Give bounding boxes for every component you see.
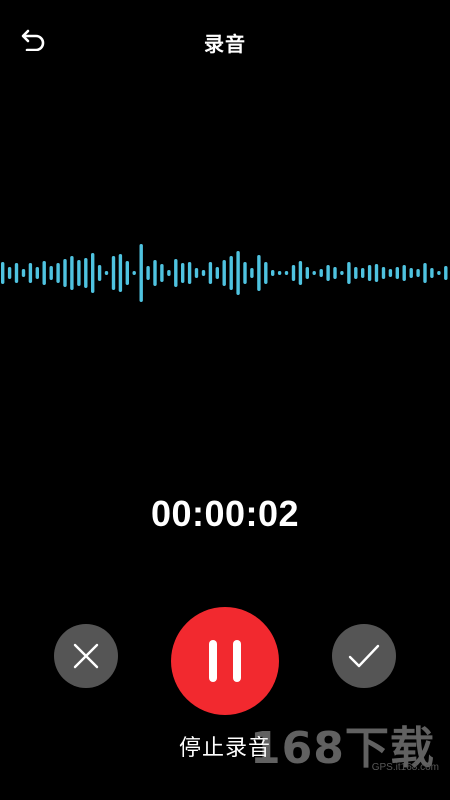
close-icon bbox=[73, 643, 99, 669]
waveform-bar bbox=[70, 256, 74, 290]
waveform-bar bbox=[333, 267, 337, 279]
waveform-bar bbox=[187, 262, 192, 284]
waveform-bar bbox=[284, 271, 289, 275]
pause-recording-button[interactable] bbox=[171, 607, 279, 715]
waveform-bar bbox=[97, 265, 102, 281]
waveform-bar bbox=[361, 268, 365, 278]
waveform-bar bbox=[208, 262, 213, 284]
waveform-bar bbox=[437, 271, 441, 275]
audio-waveform bbox=[1, 244, 448, 302]
waveform-bar bbox=[222, 260, 226, 286]
check-icon bbox=[348, 644, 380, 668]
waveform-bar bbox=[132, 271, 136, 275]
waveform-bar bbox=[77, 260, 81, 286]
stop-recording-label: 停止录音 bbox=[178, 736, 271, 761]
waveform-bar bbox=[298, 261, 303, 285]
waveform-bar bbox=[118, 254, 123, 292]
waveform-bar bbox=[430, 268, 434, 278]
waveform-bar bbox=[49, 266, 53, 280]
waveform-bar bbox=[264, 262, 268, 284]
waveform-bar bbox=[395, 267, 399, 279]
pause-icon bbox=[209, 640, 241, 682]
waveform-bar bbox=[312, 271, 316, 275]
page-title: 录音 bbox=[204, 32, 246, 56]
waveform-bar bbox=[139, 244, 143, 302]
waveform-bar bbox=[111, 256, 116, 290]
waveform-bar bbox=[347, 262, 351, 284]
waveform-bar bbox=[167, 270, 171, 276]
waveform-bar bbox=[444, 266, 448, 280]
waveform-bar bbox=[14, 263, 19, 283]
waveform-bar bbox=[35, 267, 39, 279]
waveform-bar bbox=[409, 268, 413, 278]
waveform-bar bbox=[7, 267, 12, 279]
waveform-bar bbox=[84, 258, 88, 288]
waveform-bar bbox=[194, 268, 199, 278]
waveform-bar bbox=[381, 267, 386, 279]
waveform-bar bbox=[229, 256, 233, 290]
waveform-bar bbox=[160, 264, 164, 282]
confirm-recording-button[interactable] bbox=[332, 624, 396, 688]
waveform-bar bbox=[291, 265, 296, 281]
waveform-bar bbox=[153, 260, 157, 286]
recording-timer: 00:00:02 bbox=[150, 493, 300, 534]
waveform-bar bbox=[367, 265, 372, 281]
waveform-bar bbox=[423, 263, 427, 283]
waveform-bar bbox=[326, 265, 330, 281]
cancel-recording-button[interactable] bbox=[54, 624, 118, 688]
waveform-bar bbox=[63, 259, 67, 287]
waveform-bar bbox=[416, 269, 420, 277]
waveform-bar bbox=[104, 271, 109, 275]
waveform-bar bbox=[174, 259, 178, 287]
waveform-bar bbox=[319, 269, 323, 277]
waveform-bar bbox=[402, 265, 406, 281]
waveform-bar bbox=[257, 255, 261, 291]
waveform-bar bbox=[1, 262, 5, 284]
waveform-bar bbox=[271, 270, 275, 276]
waveform-bar bbox=[201, 270, 206, 276]
waveform-bar bbox=[215, 267, 219, 279]
waveform-bar bbox=[354, 267, 358, 279]
top-bar: 录音 bbox=[0, 0, 450, 80]
watermark-url: GPS.it168.com bbox=[371, 762, 439, 773]
waveform-bar bbox=[28, 263, 33, 283]
waveform-bar bbox=[236, 251, 240, 295]
waveform-bar bbox=[250, 268, 254, 278]
waveform-bar bbox=[91, 253, 95, 293]
waveform-bar bbox=[21, 269, 26, 277]
waveform-bar bbox=[277, 271, 282, 275]
waveform-bar bbox=[42, 261, 46, 285]
waveform-bar bbox=[374, 264, 379, 282]
waveform-bar bbox=[388, 269, 393, 277]
waveform-bar bbox=[340, 271, 344, 275]
waveform-bar bbox=[181, 263, 185, 283]
waveform-bar bbox=[125, 261, 129, 285]
waveform-bar bbox=[305, 267, 309, 279]
waveform-bar bbox=[56, 263, 60, 283]
waveform-bar bbox=[146, 266, 150, 280]
waveform-bar bbox=[243, 262, 247, 284]
